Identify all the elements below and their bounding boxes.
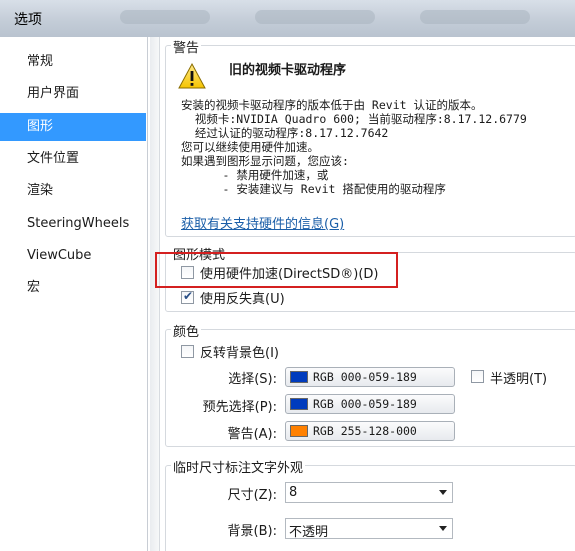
preselection-color-value: RGB 000-059-189	[313, 397, 417, 411]
warning-message-line: - 禁用硬件加速，或	[181, 168, 329, 182]
warning-message-line: 如果遇到图形显示问题，您应该:	[181, 154, 349, 168]
sidebar-item-general[interactable]: 常规	[0, 48, 146, 76]
chevron-down-icon	[439, 490, 447, 495]
temp-dimension-group-title: 临时尺寸标注文字外观	[171, 457, 306, 476]
annotation-highlight-box	[155, 252, 398, 288]
semi-transparent-checkbox[interactable]	[471, 370, 484, 383]
sidebar-item-label: ViewCube	[27, 248, 92, 263]
warning-message-line: 视频卡:NVIDIA Quadro 600; 当前驱动程序:8.17.12.67…	[181, 112, 527, 126]
sidebar-item-rendering[interactable]: 渲染	[0, 177, 146, 205]
alert-color-swatch	[290, 425, 308, 437]
sidebar-item-steeringwheels[interactable]: SteeringWheels	[0, 210, 146, 238]
antialiasing-label[interactable]: 使用反失真(U)	[200, 288, 285, 307]
invert-background-label[interactable]: 反转背景色(I)	[200, 342, 279, 361]
selection-color-label: 选择(S):	[228, 372, 277, 387]
sidebar-item-label: SteeringWheels	[27, 216, 130, 231]
sidebar-item-label: 宏	[27, 280, 41, 295]
warning-heading: 旧的视频卡驱动程序	[229, 63, 347, 78]
colors-group-title: 颜色	[171, 321, 202, 340]
supported-hardware-link[interactable]: 获取有关支持硬件的信息(G)	[181, 213, 344, 232]
sidebar-splitter[interactable]	[150, 37, 160, 551]
sidebar-item-label: 常规	[27, 54, 54, 69]
text-size-value: 8	[289, 485, 298, 500]
options-sidebar: 常规 用户界面 图形 文件位置 渲染 SteeringWheels ViewCu…	[0, 37, 148, 551]
warning-group-title: 警告	[171, 37, 202, 56]
preselection-color-button[interactable]: RGB 000-059-189	[285, 394, 455, 414]
background-label: 背景(B):	[227, 524, 277, 539]
preselection-color-label: 预先选择(P):	[202, 400, 277, 415]
selection-color-swatch	[290, 371, 308, 383]
alert-color-value: RGB 255-128-000	[313, 424, 417, 438]
selection-color-button[interactable]: RGB 000-059-189	[285, 367, 455, 387]
sidebar-item-file-locations[interactable]: 文件位置	[0, 145, 146, 173]
warning-message-line: 经过认证的驱动程序:8.17.12.7642	[181, 126, 389, 140]
sidebar-item-label: 文件位置	[27, 151, 80, 166]
window-title: 选项	[14, 12, 42, 28]
sidebar-item-label: 渲染	[27, 183, 54, 198]
sidebar-item-viewcube[interactable]: ViewCube	[0, 242, 146, 270]
background-value: 不透明	[289, 525, 329, 540]
sidebar-item-label: 图形	[27, 119, 54, 134]
sidebar-item-macros[interactable]: 宏	[0, 274, 146, 302]
selection-color-value: RGB 000-059-189	[313, 370, 417, 384]
sidebar-item-user-interface[interactable]: 用户界面	[0, 80, 146, 108]
semi-transparent-label[interactable]: 半透明(T)	[490, 368, 547, 387]
warning-message-line: 您可以继续使用硬件加速。	[181, 140, 319, 154]
sidebar-item-label: 用户界面	[27, 86, 80, 101]
antialiasing-checkbox[interactable]	[181, 289, 194, 304]
preselection-color-swatch	[290, 398, 308, 410]
title-bar: 选项	[0, 0, 575, 37]
sidebar-item-graphics[interactable]: 图形	[0, 113, 146, 141]
warning-message-line: 安装的视频卡驱动程序的版本低于由 Revit 认证的版本。	[181, 98, 483, 112]
title-bar-blurred-region	[120, 10, 210, 24]
text-size-label: 尺寸(Z):	[227, 488, 277, 503]
invert-background-checkbox[interactable]	[181, 345, 194, 358]
chevron-down-icon	[439, 526, 447, 531]
title-bar-blurred-region	[255, 10, 375, 24]
graphics-options-panel: 警告 旧的视频卡驱动程序 安装的视频卡驱动程序的版本低于由 Revit 认证的版…	[161, 37, 575, 551]
alert-color-button[interactable]: RGB 255-128-000	[285, 421, 455, 441]
warning-triangle-icon	[178, 62, 206, 89]
background-dropdown[interactable]: 不透明	[285, 518, 453, 540]
warning-message-line: - 安装建议与 Revit 搭配使用的驱动程序	[181, 182, 446, 196]
text-size-dropdown[interactable]: 8	[285, 482, 453, 503]
title-bar-blurred-region	[420, 10, 530, 24]
alert-color-label: 警告(A):	[227, 427, 277, 442]
